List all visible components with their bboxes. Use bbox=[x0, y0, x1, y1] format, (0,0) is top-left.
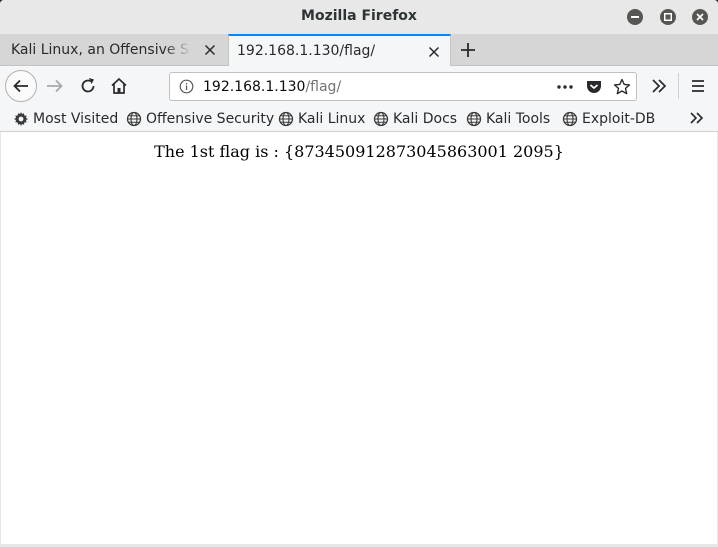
bookmark-exploit-db[interactable]: Exploit-DB bbox=[562, 109, 655, 129]
forward-arrow-icon[interactable] bbox=[45, 76, 65, 96]
window-title: Mozilla Firefox bbox=[301, 8, 417, 24]
menu-icon[interactable] bbox=[688, 76, 708, 96]
page-content: The 1st flag is : {873450912873045863001… bbox=[1, 132, 717, 544]
close-tab-icon[interactable] bbox=[427, 45, 441, 59]
url-path: /flag/ bbox=[305, 79, 342, 95]
bookmarks-overflow-chevron-icon[interactable] bbox=[688, 109, 706, 127]
bookmark-kali-docs[interactable]: Kali Docs bbox=[373, 109, 457, 129]
close-tab-icon[interactable] bbox=[203, 43, 217, 57]
minimize-icon bbox=[631, 16, 639, 18]
bookmark-offensive-security[interactable]: Offensive Security bbox=[126, 109, 274, 129]
bookmark-kali-tools[interactable]: Kali Tools bbox=[466, 109, 550, 129]
close-icon bbox=[696, 13, 704, 21]
globe-icon bbox=[278, 111, 294, 127]
info-icon[interactable] bbox=[179, 79, 194, 94]
bookmark-star-icon[interactable] bbox=[613, 78, 631, 96]
url-text[interactable]: 192.168.1.130/flag/ bbox=[203, 79, 341, 95]
close-window-button[interactable] bbox=[692, 9, 708, 25]
title-bar: Mozilla Firefox bbox=[0, 0, 718, 34]
back-arrow-icon bbox=[13, 79, 28, 93]
bookmark-label: Kali Linux bbox=[298, 111, 366, 127]
home-icon[interactable] bbox=[109, 76, 129, 96]
bookmark-label: Kali Docs bbox=[393, 111, 458, 127]
globe-icon bbox=[466, 111, 482, 127]
tab-kali-linux[interactable]: Kali Linux, an Offensive Secu bbox=[0, 34, 226, 65]
gear-icon bbox=[14, 112, 28, 126]
reload-icon[interactable] bbox=[78, 76, 98, 96]
globe-icon bbox=[373, 111, 389, 127]
overflow-chevron-icon[interactable] bbox=[649, 76, 669, 96]
url-bar[interactable]: 192.168.1.130/flag/ bbox=[169, 72, 637, 101]
tab-label: Kali Linux, an Offensive Secu bbox=[11, 41, 191, 58]
back-button[interactable] bbox=[5, 70, 37, 102]
pocket-icon[interactable] bbox=[585, 78, 603, 96]
browser-window: Mozilla Firefox Kali Linux, an Offensive… bbox=[0, 0, 718, 547]
bookmarks-toolbar: Most Visited Offensive Security Kali Lin… bbox=[0, 106, 718, 132]
bookmark-kali-linux[interactable]: Kali Linux bbox=[278, 109, 365, 129]
new-tab-icon[interactable] bbox=[459, 41, 477, 59]
tab-strip: Kali Linux, an Offensive Secu 192.168.1.… bbox=[0, 34, 718, 66]
page-actions-icon[interactable] bbox=[556, 80, 574, 94]
globe-icon bbox=[126, 111, 142, 127]
maximize-icon bbox=[664, 13, 672, 21]
flag-text: The 1st flag is : {873450912873045863001… bbox=[154, 142, 564, 161]
url-host: 192.168.1.130 bbox=[203, 79, 306, 95]
bookmark-most-visited[interactable]: Most Visited bbox=[13, 109, 118, 129]
bookmark-label: Exploit-DB bbox=[582, 111, 656, 127]
tab-flag[interactable]: 192.168.1.130/flag/ bbox=[228, 34, 451, 66]
minimize-button[interactable] bbox=[627, 9, 643, 25]
globe-icon bbox=[562, 111, 578, 127]
bookmark-label: Offensive Security bbox=[146, 111, 275, 127]
bookmark-label: Kali Tools bbox=[486, 111, 551, 127]
toolbar-separator bbox=[678, 73, 679, 99]
tab-label: 192.168.1.130/flag/ bbox=[237, 43, 376, 59]
maximize-button[interactable] bbox=[660, 9, 676, 25]
bookmark-label: Most Visited bbox=[33, 111, 119, 127]
